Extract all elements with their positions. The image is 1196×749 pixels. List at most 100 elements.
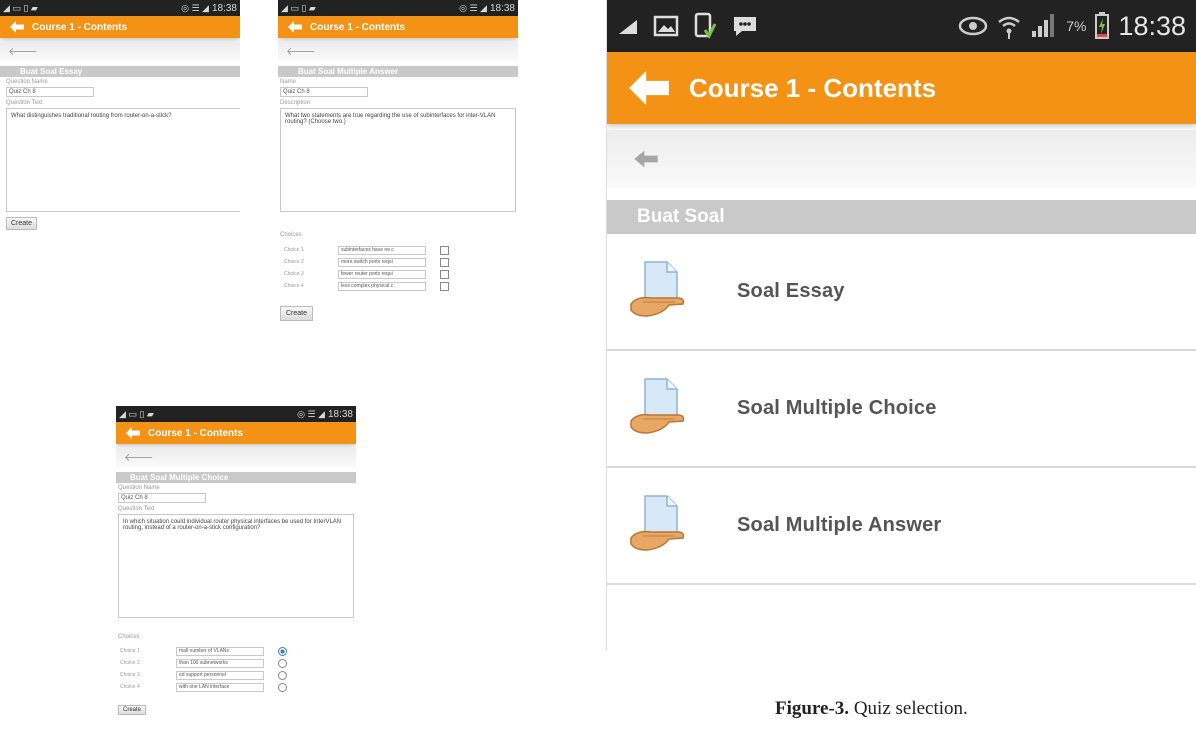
question-name-label: Question Name <box>6 79 48 85</box>
choices-label: Choices <box>280 232 302 238</box>
quiz-item-label: Soal Essay <box>737 280 845 302</box>
chat-icon <box>734 17 756 36</box>
choice-label: Choice 4 <box>284 283 304 289</box>
choice-input[interactable]: mall number of VLANs <box>176 646 264 656</box>
choice-row: Choice 4 less complex physical c <box>284 280 516 292</box>
screen-multiple-answer: ◢ ▭ ▯ ▰ ◎ ☰ ◢ 18:38 Course 1 - Contents … <box>278 0 518 432</box>
notification-icon: ◢ ▭ ▯ ▰ <box>119 408 154 419</box>
battery-percent: 7% <box>1066 18 1087 34</box>
app-bar: Course 1 - Contents <box>0 16 240 38</box>
choice-input[interactable]: ed support personnel <box>176 670 264 680</box>
clock: 18:38 <box>327 408 353 420</box>
notification-icons: ◢ ▭ ▯ ▰ <box>119 409 154 420</box>
choice-checkbox[interactable] <box>440 257 449 267</box>
section-header: Buat Soal Multiple Choice <box>116 472 356 483</box>
screen-quiz-selection: 7% 18:38 Course 1 - Contents Buat Soal S… <box>606 0 1196 650</box>
choice-input[interactable]: with one LAN interface <box>176 682 264 692</box>
signal-up-icon <box>619 20 637 34</box>
choices-list: Choice 1 mall number of VLANs Choice 2 t… <box>118 645 354 693</box>
choice-row: Choice 2 than 100 subnetworks <box>120 657 354 669</box>
app-bar: Course 1 - Contents <box>116 422 356 444</box>
description-label: Description <box>280 100 311 106</box>
question-text-area[interactable]: What distinguishes traditional routing f… <box>6 108 240 212</box>
image-icon <box>653 15 679 37</box>
question-name-input[interactable]: Quiz Ch 8 <box>6 87 94 97</box>
signal-bars-icon <box>1032 14 1055 37</box>
document-hand-icon <box>630 494 685 551</box>
question-name-label: Question Name <box>118 485 160 491</box>
nav-row: 🡐 <box>278 41 518 61</box>
status-bar: ◢ ▭ ▯ ▰ ◎ ☰ ◢ 18:38 <box>116 406 356 422</box>
figure-caption: Figure-3. Quiz selection. <box>775 698 968 720</box>
back-arrow-icon[interactable] <box>288 21 302 33</box>
choice-radio[interactable] <box>278 682 287 692</box>
system-icons: ◎ ☰ ◢ 18:38 <box>297 409 353 420</box>
nav-row <box>607 130 1196 188</box>
choice-label: Choice 1 <box>120 648 140 654</box>
create-button[interactable]: Create <box>6 217 38 230</box>
nav-row: 🡐 <box>0 41 240 61</box>
create-button[interactable]: Create <box>118 705 147 715</box>
document-hand-icon <box>630 260 685 317</box>
choice-label: Choice 3 <box>120 672 140 678</box>
clock: 18:38 <box>489 2 515 14</box>
quiz-item-multiple-answer[interactable]: Soal Multiple Answer <box>607 468 1196 585</box>
choice-label: Choice 1 <box>284 247 304 253</box>
choice-checkbox[interactable] <box>440 281 449 291</box>
system-icons: 7% 18:38 <box>958 11 1186 42</box>
choice-label: Choice 4 <box>120 684 140 690</box>
wifi-icon <box>998 16 1020 39</box>
choice-label: Choice 2 <box>284 259 304 265</box>
back-icon[interactable]: 🡐 <box>124 450 154 464</box>
choice-input[interactable]: more switch ports requi <box>338 257 426 267</box>
signal-icon: ◎ ☰ ◢ <box>459 2 487 13</box>
figure-caption-text: Quiz selection. <box>849 698 968 719</box>
choice-input[interactable]: than 100 subnetworks <box>176 658 264 668</box>
question-text-label: Question Text <box>6 100 43 106</box>
phone-download-icon <box>694 12 717 39</box>
question-name-input[interactable]: Quiz Ch 8 <box>118 493 206 503</box>
choice-input[interactable]: subinterfaces have no c <box>338 245 426 255</box>
notification-icons <box>617 12 759 40</box>
back-arrow-icon[interactable] <box>10 21 24 33</box>
nav-row: 🡐 <box>116 447 356 467</box>
question-text-label: Question Text <box>118 506 155 512</box>
back-arrow-icon[interactable] <box>126 427 140 439</box>
choice-row: Choice 3 ed support personnel <box>120 669 354 681</box>
back-icon[interactable] <box>633 149 659 169</box>
system-icons: ◎ ☰ ◢ 18:38 <box>459 3 515 14</box>
system-icons: ◎ ☰ ◢ 18:38 <box>181 3 237 14</box>
choice-checkbox[interactable] <box>440 269 449 279</box>
back-icon[interactable]: 🡐 <box>286 44 316 58</box>
name-input[interactable]: Quiz Ch 8 <box>280 87 368 97</box>
screen-essay: ◢ ▭ ▯ ▰ ◎ ☰ ◢ 18:38 Course 1 - Contents … <box>0 0 240 432</box>
choice-label: Choice 2 <box>120 660 140 666</box>
quiz-item-essay[interactable]: Soal Essay <box>607 234 1196 351</box>
choice-radio[interactable] <box>278 670 287 680</box>
screen-multiple-choice: ◢ ▭ ▯ ▰ ◎ ☰ ◢ 18:38 Course 1 - Contents … <box>116 406 356 749</box>
status-bar: ◢ ▭ ▯ ▰ ◎ ☰ ◢ 18:38 <box>278 0 518 16</box>
question-text-area[interactable]: In which situation could individual rout… <box>118 514 354 618</box>
back-icon[interactable]: 🡐 <box>8 44 38 58</box>
description-area[interactable]: What two statements are true regarding t… <box>280 108 516 212</box>
section-header: Buat Soal Multiple Answer <box>278 66 518 77</box>
app-bar: Course 1 - Contents <box>607 52 1196 124</box>
app-title: Course 1 - Contents <box>310 21 406 33</box>
status-bar: 7% 18:38 <box>607 0 1196 52</box>
battery-charging-icon <box>1095 12 1110 39</box>
signal-icon: ◎ ☰ ◢ <box>297 408 325 419</box>
choice-row: Choice 3 fewer router ports requi <box>284 268 516 280</box>
notification-icon: ◢ ▭ ▯ ▰ <box>3 2 38 13</box>
quiz-item-multiple-choice[interactable]: Soal Multiple Choice <box>607 351 1196 468</box>
signal-icon: ◎ ☰ ◢ <box>181 2 209 13</box>
choice-input[interactable]: fewer router ports requi <box>338 269 426 279</box>
choice-row: Choice 1 mall number of VLANs <box>120 645 354 657</box>
choice-input[interactable]: less complex physical c <box>338 281 426 291</box>
choice-radio[interactable] <box>278 658 287 668</box>
app-title: Course 1 - Contents <box>689 72 937 103</box>
choice-radio[interactable] <box>278 646 287 656</box>
choice-checkbox[interactable] <box>440 245 449 255</box>
back-arrow-icon[interactable] <box>629 71 669 105</box>
create-button[interactable]: Create <box>280 306 314 321</box>
notification-icons: ◢ ▭ ▯ ▰ <box>281 3 316 14</box>
